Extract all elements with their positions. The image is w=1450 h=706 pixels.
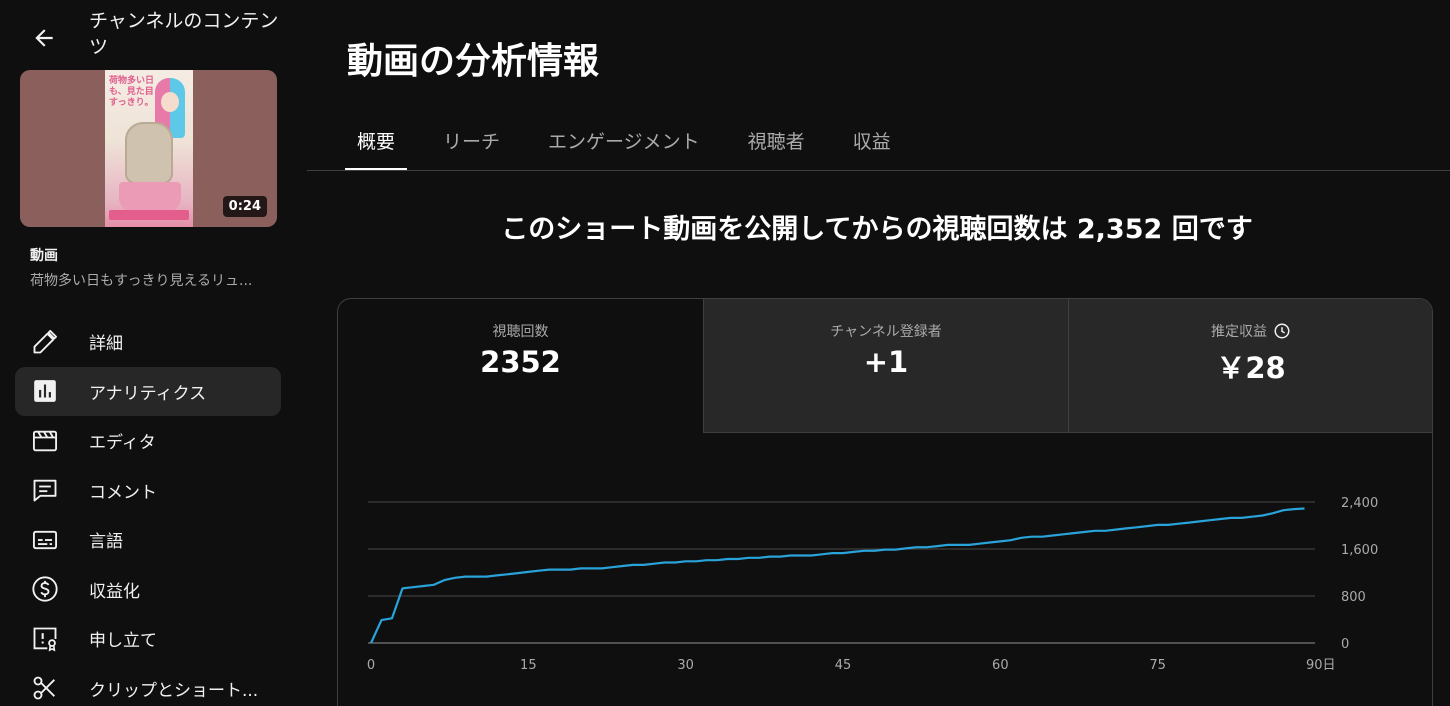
analytics-card: 視聴回数 2352 チャンネル登録者 +1 推定収益 ￥28 0 800 1,600… bbox=[337, 298, 1433, 706]
sidebar-item-monetization[interactable]: 収益化 bbox=[15, 565, 281, 615]
poster-text: 荷物多い日も、見た目すっきり。 bbox=[109, 76, 155, 108]
scissors-icon bbox=[30, 673, 60, 703]
video-thumbnail[interactable]: 荷物多い日も、見た目すっきり。 0:24 bbox=[20, 70, 277, 227]
analytics-icon bbox=[30, 376, 60, 406]
sidebar-nav: 詳細 アナリティクス エディタ コメント 言語 収益化 申し立て クリップとショ… bbox=[15, 317, 281, 706]
tab-overview[interactable]: 概要 bbox=[345, 114, 408, 171]
metric-tabs: 視聴回数 2352 チャンネル登録者 +1 推定収益 ￥28 bbox=[338, 299, 1432, 433]
tab-engagement[interactable]: エンゲージメント bbox=[536, 114, 712, 166]
metric-value: 2352 bbox=[480, 345, 561, 379]
metric-value: +1 bbox=[863, 345, 909, 379]
x-tick-label: 0 bbox=[367, 658, 375, 673]
metric-value: ￥28 bbox=[1216, 351, 1286, 385]
claim-icon bbox=[30, 624, 60, 654]
sidebar-item-claims[interactable]: 申し立て bbox=[15, 614, 281, 664]
x-tick-label: 60 bbox=[992, 658, 1009, 673]
sidebar: チャンネルのコンテンツ 荷物多い日も、見た目すっきり。 0:24 動画 荷物多い… bbox=[0, 0, 296, 706]
poster-figure-face bbox=[161, 92, 179, 112]
sidebar-item-label: エディタ bbox=[89, 433, 156, 454]
video-title[interactable]: 荷物多い日もすっきり見えるリュ... bbox=[30, 270, 276, 290]
sidebar-item-label: 申し立て bbox=[89, 631, 157, 652]
sidebar-item-language[interactable]: 言語 bbox=[15, 515, 281, 565]
pencil-icon bbox=[30, 327, 60, 357]
arrow-left-icon bbox=[35, 29, 53, 47]
metric-subscribers[interactable]: チャンネル登録者 +1 bbox=[703, 299, 1068, 433]
tab-audience[interactable]: 視聴者 bbox=[736, 114, 817, 166]
poster-skirt bbox=[119, 182, 181, 212]
sidebar-item-label: 収益化 bbox=[89, 581, 140, 602]
metric-revenue[interactable]: 推定収益 ￥28 bbox=[1068, 299, 1432, 433]
y-tick-label: 2,400 bbox=[1341, 496, 1378, 511]
subtitles-icon bbox=[30, 525, 60, 555]
video-label: 動画 bbox=[30, 248, 58, 264]
sidebar-item-label: コメント bbox=[89, 482, 157, 503]
analytics-tabs: 概要 リーチ エンゲージメント 視聴者 収益 bbox=[345, 114, 927, 172]
views-headline: このショート動画を公開してからの視聴回数は 2,352 回です bbox=[501, 214, 1253, 245]
page-title: 動画の分析情報 bbox=[347, 41, 600, 82]
x-tick-label: 90日 bbox=[1306, 658, 1336, 673]
sidebar-item-label: 詳細 bbox=[89, 334, 123, 355]
metric-views[interactable]: 視聴回数 2352 bbox=[338, 299, 703, 433]
comment-icon bbox=[30, 475, 60, 505]
y-tick-label: 1,600 bbox=[1341, 543, 1378, 558]
metric-label: 視聴回数 bbox=[492, 324, 549, 340]
sidebar-item-label: 言語 bbox=[89, 532, 123, 553]
sidebar-item-clips[interactable]: クリップとショート... bbox=[15, 664, 281, 706]
x-tick-label: 75 bbox=[1149, 658, 1166, 673]
poster-banner bbox=[109, 210, 189, 220]
x-tick-label: 45 bbox=[835, 658, 852, 673]
main-content: 動画の分析情報 概要 リーチ エンゲージメント 視聴者 収益 このショート動画を… bbox=[307, 0, 1450, 706]
metric-label: 推定収益 bbox=[1211, 324, 1267, 340]
dollar-icon bbox=[30, 574, 60, 604]
y-tick-label: 800 bbox=[1341, 590, 1366, 605]
tabs-divider bbox=[307, 170, 1450, 171]
sidebar-title: チャンネルのコンテンツ bbox=[89, 10, 279, 58]
sidebar-item-editor[interactable]: エディタ bbox=[15, 416, 281, 466]
clock-icon[interactable] bbox=[1273, 322, 1291, 340]
tab-reach[interactable]: リーチ bbox=[431, 114, 512, 166]
sidebar-header: チャンネルのコンテンツ bbox=[0, 6, 296, 64]
sidebar-item-label: アナリティクス bbox=[89, 383, 207, 404]
sidebar-item-label: クリップとショート... bbox=[89, 680, 259, 701]
x-tick-label: 30 bbox=[677, 658, 694, 673]
y-tick-label: 0 bbox=[1341, 637, 1349, 652]
series-line[interactable] bbox=[370, 507, 1305, 644]
tab-revenue[interactable]: 収益 bbox=[841, 114, 903, 166]
sidebar-item-analytics[interactable]: アナリティクス bbox=[15, 366, 281, 416]
clapperboard-icon bbox=[30, 426, 60, 456]
x-tick-label: 15 bbox=[520, 658, 537, 673]
back-button[interactable] bbox=[26, 20, 62, 56]
sidebar-item-details[interactable]: 詳細 bbox=[15, 317, 281, 367]
views-chart: 0 800 1,600 2,400 0 15 30 45 60 75 90日 bbox=[367, 496, 1378, 673]
duration-badge: 0:24 bbox=[222, 196, 267, 217]
poster-backpack bbox=[125, 122, 173, 184]
thumbnail-poster: 荷物多い日も、見た目すっきり。 bbox=[105, 70, 193, 227]
metric-label: チャンネル登録者 bbox=[830, 324, 942, 340]
sidebar-item-comments[interactable]: コメント bbox=[15, 466, 281, 516]
